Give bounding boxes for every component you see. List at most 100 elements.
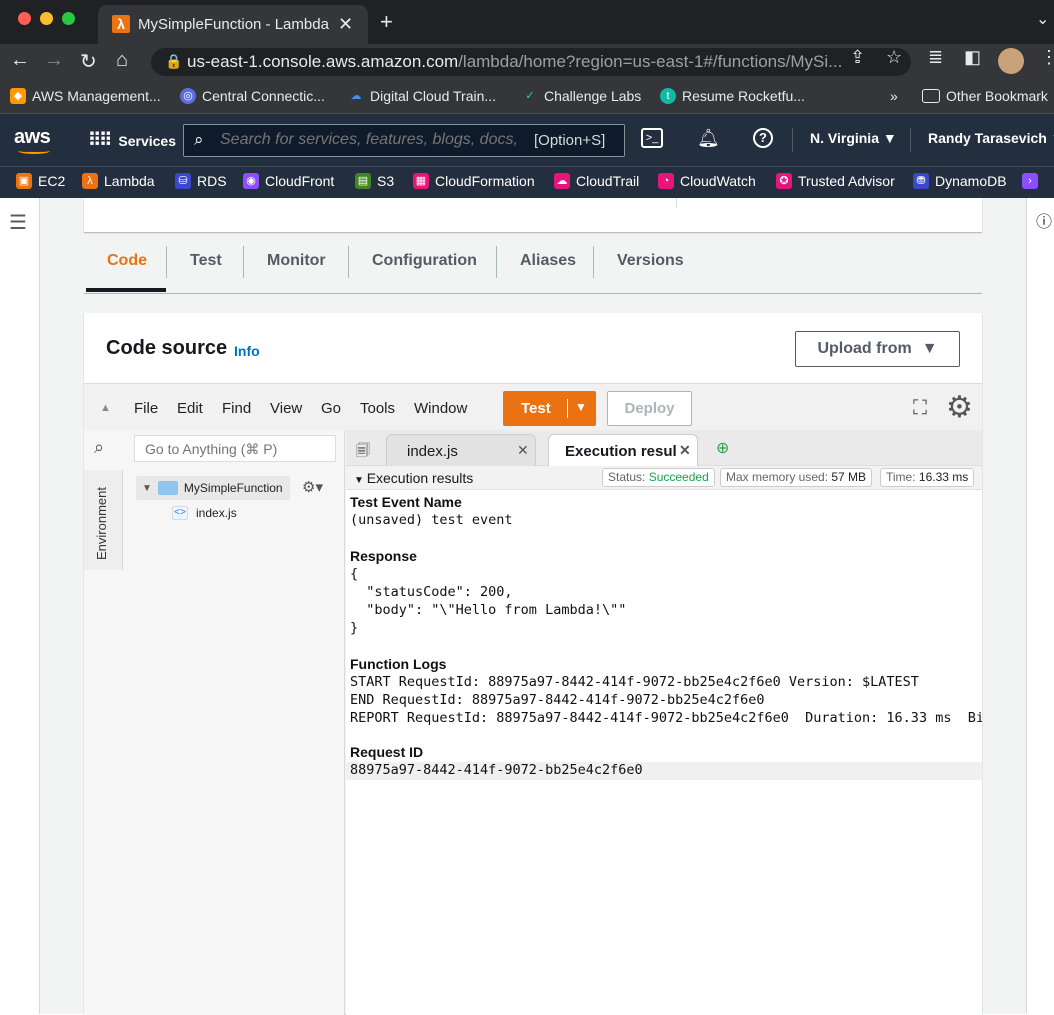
services-menu[interactable]: ⠿⠿ Services <box>88 130 176 151</box>
close-tab-icon[interactable]: ✕ <box>517 442 529 459</box>
favorite-cloudtrail[interactable]: ☁ CloudTrail <box>554 173 639 189</box>
bookmark-central-connection[interactable]: ◎ Central Connectic... <box>180 88 325 104</box>
browser-menu-icon[interactable]: ⋮ <box>1040 47 1054 68</box>
search-icon: ⌕ <box>94 437 105 457</box>
other-bookmarks-folder[interactable]: Other Bookmark <box>922 88 1048 104</box>
tab-separator <box>166 246 167 278</box>
menu-find[interactable]: Find <box>222 400 251 417</box>
log-line: REPORT RequestId: 88975a97-8442-414f-907… <box>350 710 982 726</box>
request-id-value[interactable]: 88975a97-8442-414f-9072-bb25e4c2f6e0 <box>350 762 643 778</box>
info-panel-icon[interactable]: ⓘ <box>1036 208 1052 232</box>
address-bar[interactable]: 🔒 us-east-1.console.aws.amazon.com/lambd… <box>151 48 911 76</box>
time-badge: Time: 16.33 ms <box>880 468 975 487</box>
browser-tab[interactable]: λ MySimpleFunction - Lambda ✕ <box>98 5 368 44</box>
tab-code[interactable]: Code <box>107 252 147 270</box>
folder-mysimplefunction[interactable]: ▼ MySimpleFunction <box>136 476 290 500</box>
tab-versions[interactable]: Versions <box>617 252 684 270</box>
lock-icon: 🔒 <box>165 53 183 69</box>
reload-icon[interactable]: ↻ <box>80 49 97 74</box>
log-line: END RequestId: 88975a97-8442-414f-9072-b… <box>350 692 765 708</box>
add-tab-icon[interactable]: ⊕ <box>716 438 729 458</box>
favorite-cloudfront[interactable]: ◉ CloudFront <box>243 173 334 189</box>
collapse-icon[interactable]: ▲ <box>100 402 111 414</box>
dynamodb-icon: ⛃ <box>913 173 929 189</box>
js-file-icon: <> <box>172 506 188 520</box>
more-bookmarks-button[interactable]: » <box>890 88 898 104</box>
cloudshell-icon[interactable]: >_ <box>641 128 663 148</box>
tab-monitor[interactable]: Monitor <box>267 252 326 270</box>
hamburger-menu-icon[interactable]: ☰ <box>9 210 27 235</box>
globe-icon: ◎ <box>180 88 196 104</box>
tab-aliases[interactable]: Aliases <box>520 252 576 270</box>
folder-settings-icon[interactable]: ⚙▾ <box>302 478 323 496</box>
aws-logo[interactable]: aws <box>14 126 51 149</box>
help-icon[interactable]: ? <box>753 128 773 148</box>
s3-icon: ▤ <box>355 173 371 189</box>
browser-tab-bar: λ MySimpleFunction - Lambda ✕ + ⌄ <box>0 0 1054 44</box>
bookmark-digital-cloud[interactable]: ☁ Digital Cloud Train... <box>348 88 497 104</box>
close-tab-icon[interactable]: ✕ <box>338 14 353 35</box>
favorite-more[interactable]: › <box>1022 173 1038 189</box>
close-window-button[interactable] <box>18 12 31 25</box>
lambda-icon: λ <box>82 173 98 189</box>
menu-tools[interactable]: Tools <box>360 400 395 417</box>
tab-test[interactable]: Test <box>190 252 222 270</box>
forward-icon[interactable]: → <box>44 49 64 72</box>
memory-badge: Max memory used: 57 MB <box>720 468 873 487</box>
aws-search-box[interactable]: ⌕ [Option+S] <box>183 124 625 157</box>
editor-tab-execution-results[interactable]: Execution result: ✕ <box>548 434 698 466</box>
menu-view[interactable]: View <box>270 400 302 417</box>
bookmark-challenge-labs[interactable]: ✓ Challenge Labs <box>522 88 641 104</box>
menu-edit[interactable]: Edit <box>177 400 203 417</box>
favorite-rds[interactable]: ⛁ RDS <box>175 173 227 189</box>
environment-panel: ⌕ Environment ▼ MySimpleFunction ⚙▾ <> i… <box>84 430 345 1015</box>
editor-tab-index-js[interactable]: index.js ✕ <box>386 434 536 466</box>
active-tab-indicator <box>86 288 166 292</box>
favorite-trusted-advisor[interactable]: ✪ Trusted Advisor <box>776 173 895 189</box>
fullscreen-icon[interactable]: ⛶ <box>913 397 927 420</box>
home-icon[interactable]: ⌂ <box>116 49 128 72</box>
caret-down-icon: ▼ <box>921 340 938 357</box>
favorite-dynamodb[interactable]: ⛃ DynamoDB <box>913 173 1007 189</box>
go-to-anything[interactable] <box>134 435 336 462</box>
file-index-js[interactable]: <> index.js <box>172 506 237 520</box>
favorite-s3[interactable]: ▤ S3 <box>355 173 394 189</box>
tab-search-icon[interactable]: ⌄ <box>1036 9 1049 29</box>
menu-file[interactable]: File <box>134 400 158 417</box>
reading-list-icon[interactable]: ≣ <box>928 47 943 68</box>
test-button[interactable]: Test ▼ <box>503 391 596 426</box>
favorite-lambda[interactable]: λ Lambda <box>82 173 155 189</box>
document-icon[interactable]: 🗐︎ <box>356 440 370 464</box>
info-link[interactable]: Info <box>234 343 260 359</box>
bookmark-resume-rocket[interactable]: t Resume Rocketfu... <box>660 88 805 104</box>
side-panel-icon[interactable]: ◧ <box>964 47 981 68</box>
bookmark-star-icon[interactable]: ☆ <box>886 47 902 68</box>
account-menu[interactable]: Randy Tarasevich ▼ <box>928 130 1054 146</box>
new-tab-icon[interactable]: + <box>380 9 393 35</box>
response-line: } <box>350 620 359 636</box>
aws-search-input[interactable] <box>220 131 520 149</box>
settings-gear-icon[interactable]: ⚙ <box>946 390 973 425</box>
notifications-bell-icon[interactable]: 🔔︎ <box>697 128 720 149</box>
menu-window[interactable]: Window <box>414 400 467 417</box>
back-icon[interactable]: ← <box>10 49 30 72</box>
tab-configuration[interactable]: Configuration <box>372 252 477 270</box>
menu-go[interactable]: Go <box>321 400 341 417</box>
go-to-anything-input[interactable] <box>135 436 335 461</box>
execution-results-toggle[interactable]: ▼ Execution results <box>354 470 473 486</box>
favorite-ec2[interactable]: ▣ EC2 <box>16 173 65 189</box>
editor-tab-label: Execution result: <box>565 443 677 460</box>
split-divider <box>567 399 568 418</box>
profile-avatar[interactable] <box>998 48 1024 74</box>
minimize-window-button[interactable] <box>40 12 53 25</box>
favorite-cloudwatch[interactable]: ◔ CloudWatch <box>658 173 756 189</box>
favorite-cloudformation[interactable]: ▦ CloudFormation <box>413 173 535 189</box>
region-selector[interactable]: N. Virginia ▼ <box>810 130 897 146</box>
share-icon[interactable]: ⇪ <box>850 47 865 68</box>
maximize-window-button[interactable] <box>62 12 75 25</box>
deploy-button[interactable]: Deploy <box>607 391 692 426</box>
upload-from-button[interactable]: Upload from ▼ <box>795 331 960 367</box>
close-tab-icon[interactable]: ✕ <box>679 442 691 459</box>
test-dropdown-icon[interactable]: ▼ <box>575 400 587 414</box>
bookmark-aws-management[interactable]: ◆ AWS Management... <box>10 88 161 104</box>
